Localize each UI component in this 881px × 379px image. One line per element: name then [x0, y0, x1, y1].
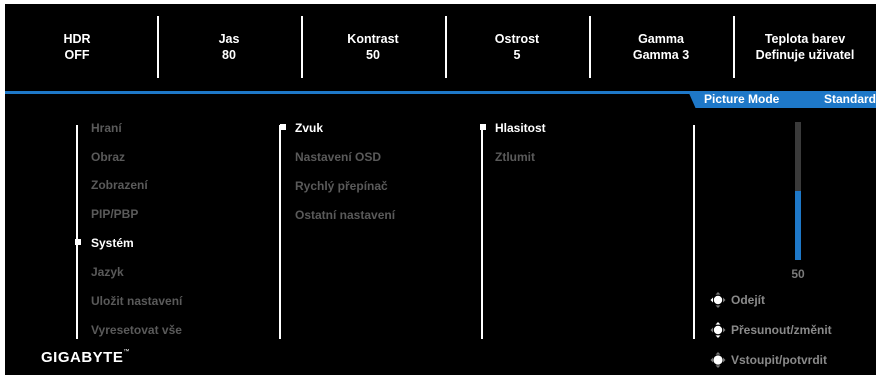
brand-name: GIGABYTE	[41, 349, 124, 366]
status-label: Gamma	[638, 32, 684, 46]
status-label: Kontrast	[347, 32, 399, 46]
column-divider	[76, 125, 78, 339]
column-divider	[481, 125, 483, 339]
hint-exit: Odejít	[708, 291, 765, 309]
picture-mode-tab: Picture Mode Standard	[688, 91, 876, 108]
status-value: OFF	[64, 48, 90, 62]
hint-label: Odejít	[731, 293, 766, 307]
menu-item-gaming[interactable]: Hraní	[91, 121, 122, 135]
status-bar: HDR OFF Jas 80 Kontrast 50 Ostrost 5 Gam…	[5, 4, 876, 90]
status-value: 50	[366, 48, 380, 62]
hint-label: Vstoupit/potvrdit	[731, 353, 827, 367]
status-color-temp: Teplota barev Definuje uživatel	[735, 4, 875, 90]
picture-mode-value: Standard	[824, 92, 876, 106]
column-divider	[279, 125, 281, 339]
status-hdr: HDR OFF	[7, 4, 147, 90]
menu-item-display[interactable]: Zobrazení	[91, 178, 148, 192]
menu-item-save-settings[interactable]: Uložit nastavení	[91, 294, 182, 308]
osd-panel: HDR OFF Jas 80 Kontrast 50 Ostrost 5 Gam…	[5, 4, 876, 375]
status-value: Definuje uživatel	[755, 48, 855, 62]
joystick-left-icon	[710, 292, 726, 308]
status-value: 80	[222, 48, 236, 62]
status-label: Teplota barev	[764, 32, 846, 46]
selection-marker	[75, 239, 81, 245]
brand-logo: GIGABYTE™	[41, 349, 130, 366]
hint-label: Přesunout/změnit	[731, 323, 832, 337]
joystick-press-icon	[710, 352, 726, 368]
menu-item-system[interactable]: Systém	[91, 236, 134, 250]
submenu-item-quick-switch[interactable]: Rychlý přepínač	[295, 179, 388, 193]
hint-enter-confirm: Vstoupit/potvrdit	[708, 351, 827, 369]
menu-item-pip-pbp[interactable]: PIP/PBP	[91, 207, 138, 221]
joystick-all-directions-icon	[710, 322, 726, 338]
status-label: Ostrost	[494, 32, 540, 46]
hint-move-change: Přesunout/změnit	[708, 321, 832, 339]
status-brightness: Jas 80	[159, 4, 299, 90]
menu-item-language[interactable]: Jazyk	[91, 265, 124, 279]
menu-item-picture[interactable]: Obraz	[91, 150, 125, 164]
volume-value: 50	[791, 267, 805, 281]
picture-mode-label: Picture Mode	[704, 92, 780, 106]
brand-trademark: ™	[123, 349, 130, 355]
submenu-item-audio[interactable]: Zvuk	[295, 121, 323, 135]
status-value: Gamma 3	[632, 48, 690, 62]
selection-marker	[280, 124, 286, 130]
selection-marker	[480, 124, 486, 130]
menu-item-reset-all[interactable]: Vyresetovat vše	[91, 323, 182, 337]
submenu-item-osd-settings[interactable]: Nastavení OSD	[295, 150, 381, 164]
status-sharpness: Ostrost 5	[447, 4, 587, 90]
status-contrast: Kontrast 50	[303, 4, 443, 90]
status-gamma: Gamma Gamma 3	[591, 4, 731, 90]
status-label: HDR	[63, 32, 91, 46]
column-divider	[693, 125, 695, 339]
status-value: 5	[513, 48, 521, 62]
submenu-item-other-settings[interactable]: Ostatní nastavení	[295, 208, 395, 222]
volume-slider-fill	[795, 191, 801, 260]
status-label: Jas	[218, 32, 240, 46]
option-volume[interactable]: Hlasitost	[495, 121, 546, 135]
option-mute[interactable]: Ztlumit	[495, 150, 535, 164]
